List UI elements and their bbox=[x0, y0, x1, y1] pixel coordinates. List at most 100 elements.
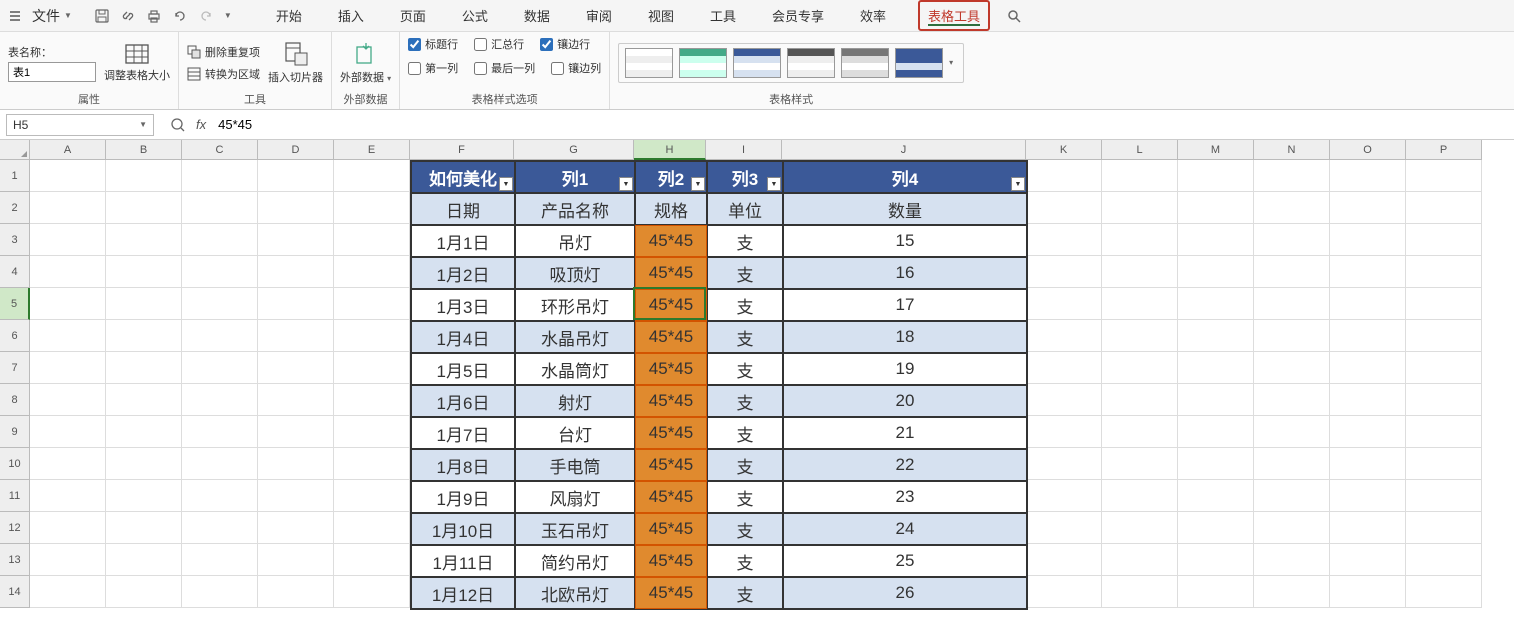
cell[interactable] bbox=[258, 512, 334, 544]
table-header1[interactable]: 列2▼ bbox=[635, 161, 707, 193]
table-cell[interactable]: 20 bbox=[783, 385, 1027, 417]
cell[interactable] bbox=[182, 224, 258, 256]
table-header2[interactable]: 日期 bbox=[411, 193, 515, 225]
cell[interactable] bbox=[1330, 544, 1406, 576]
cell[interactable] bbox=[182, 544, 258, 576]
filter-button[interactable]: ▼ bbox=[1011, 177, 1025, 191]
cell[interactable] bbox=[106, 192, 182, 224]
table-cell[interactable]: 45*45 bbox=[635, 577, 707, 609]
cell[interactable] bbox=[1406, 576, 1482, 608]
cell[interactable] bbox=[1330, 576, 1406, 608]
menu-tab-会员专享[interactable]: 会员专享 bbox=[768, 0, 828, 31]
cell[interactable] bbox=[1330, 512, 1406, 544]
filter-button[interactable]: ▼ bbox=[619, 177, 633, 191]
table-cell[interactable]: 支 bbox=[707, 353, 783, 385]
cell[interactable] bbox=[1330, 352, 1406, 384]
table-cell[interactable]: 1月2日 bbox=[411, 257, 515, 289]
table-header2[interactable]: 规格 bbox=[635, 193, 707, 225]
table-cell[interactable]: 支 bbox=[707, 449, 783, 481]
hamburger-icon[interactable] bbox=[8, 9, 22, 23]
menu-tab-效率[interactable]: 效率 bbox=[856, 0, 890, 31]
cell[interactable] bbox=[182, 480, 258, 512]
cell[interactable] bbox=[1026, 576, 1102, 608]
cell[interactable] bbox=[1406, 480, 1482, 512]
cell[interactable] bbox=[1178, 288, 1254, 320]
table-cell[interactable]: 支 bbox=[707, 289, 783, 321]
table-cell[interactable]: 22 bbox=[783, 449, 1027, 481]
cell[interactable] bbox=[1026, 448, 1102, 480]
cell[interactable] bbox=[1102, 160, 1178, 192]
cell[interactable] bbox=[182, 192, 258, 224]
cell[interactable] bbox=[1102, 384, 1178, 416]
print-icon[interactable] bbox=[146, 8, 162, 24]
filter-button[interactable]: ▼ bbox=[691, 177, 705, 191]
cell[interactable] bbox=[106, 384, 182, 416]
cell[interactable] bbox=[258, 160, 334, 192]
row-header-6[interactable]: 6 bbox=[0, 320, 30, 352]
cell[interactable] bbox=[258, 288, 334, 320]
external-data-button[interactable]: 外部数据 ▾ bbox=[340, 41, 391, 85]
cell[interactable] bbox=[1254, 352, 1330, 384]
table-cell[interactable]: 吊灯 bbox=[515, 225, 635, 257]
convert-to-range-button[interactable]: 转换为区域 bbox=[187, 66, 260, 82]
cell[interactable] bbox=[1254, 256, 1330, 288]
cell[interactable] bbox=[1406, 224, 1482, 256]
style-thumb-1[interactable] bbox=[625, 48, 673, 78]
cell[interactable] bbox=[1406, 512, 1482, 544]
cell[interactable] bbox=[106, 224, 182, 256]
cell[interactable] bbox=[1102, 480, 1178, 512]
table-cell[interactable]: 环形吊灯 bbox=[515, 289, 635, 321]
cell[interactable] bbox=[1254, 544, 1330, 576]
col-header-C[interactable]: C bbox=[182, 140, 258, 160]
cell[interactable] bbox=[1178, 384, 1254, 416]
cell[interactable] bbox=[30, 288, 106, 320]
col-header-L[interactable]: L bbox=[1102, 140, 1178, 160]
cell[interactable] bbox=[182, 352, 258, 384]
table-header2[interactable]: 数量 bbox=[783, 193, 1027, 225]
search-icon[interactable] bbox=[1006, 8, 1022, 24]
table-cell[interactable]: 45*45 bbox=[635, 289, 707, 321]
row-header-13[interactable]: 13 bbox=[0, 544, 30, 576]
col-header-J[interactable]: J bbox=[782, 140, 1026, 160]
cell[interactable] bbox=[182, 288, 258, 320]
cell[interactable] bbox=[1330, 256, 1406, 288]
cell[interactable] bbox=[334, 512, 410, 544]
cell[interactable] bbox=[1178, 160, 1254, 192]
cell[interactable] bbox=[1254, 384, 1330, 416]
cell[interactable] bbox=[106, 544, 182, 576]
table-cell[interactable]: 支 bbox=[707, 257, 783, 289]
cell[interactable] bbox=[334, 384, 410, 416]
table-cell[interactable]: 1月1日 bbox=[411, 225, 515, 257]
insert-slicer-button[interactable]: 插入切片器 bbox=[268, 41, 323, 85]
cell[interactable] bbox=[1026, 384, 1102, 416]
cell[interactable] bbox=[1026, 352, 1102, 384]
cell[interactable] bbox=[258, 448, 334, 480]
col-header-E[interactable]: E bbox=[334, 140, 410, 160]
filter-button[interactable]: ▼ bbox=[499, 177, 513, 191]
cell[interactable] bbox=[1406, 160, 1482, 192]
cell[interactable] bbox=[258, 256, 334, 288]
table-cell[interactable]: 45*45 bbox=[635, 257, 707, 289]
cell[interactable] bbox=[1406, 256, 1482, 288]
cell[interactable] bbox=[1406, 192, 1482, 224]
cell[interactable] bbox=[1178, 512, 1254, 544]
cell[interactable] bbox=[1254, 576, 1330, 608]
table-header2[interactable]: 产品名称 bbox=[515, 193, 635, 225]
banded-col-checkbox[interactable]: 镶边列 bbox=[551, 60, 601, 76]
cell[interactable] bbox=[182, 576, 258, 608]
row-header-4[interactable]: 4 bbox=[0, 256, 30, 288]
col-header-P[interactable]: P bbox=[1406, 140, 1482, 160]
cell[interactable] bbox=[1254, 288, 1330, 320]
menu-tab-页面[interactable]: 页面 bbox=[396, 0, 430, 31]
style-gallery-dropdown[interactable]: ▾ bbox=[949, 58, 957, 67]
table-cell[interactable]: 25 bbox=[783, 545, 1027, 577]
cell[interactable] bbox=[258, 576, 334, 608]
col-header-A[interactable]: A bbox=[30, 140, 106, 160]
table-cell[interactable]: 1月11日 bbox=[411, 545, 515, 577]
menu-tab-审阅[interactable]: 审阅 bbox=[582, 0, 616, 31]
table-cell[interactable]: 1月4日 bbox=[411, 321, 515, 353]
row-header-14[interactable]: 14 bbox=[0, 576, 30, 608]
cell[interactable] bbox=[1178, 320, 1254, 352]
col-header-M[interactable]: M bbox=[1178, 140, 1254, 160]
resize-table-button[interactable]: 调整表格大小 bbox=[104, 43, 170, 83]
